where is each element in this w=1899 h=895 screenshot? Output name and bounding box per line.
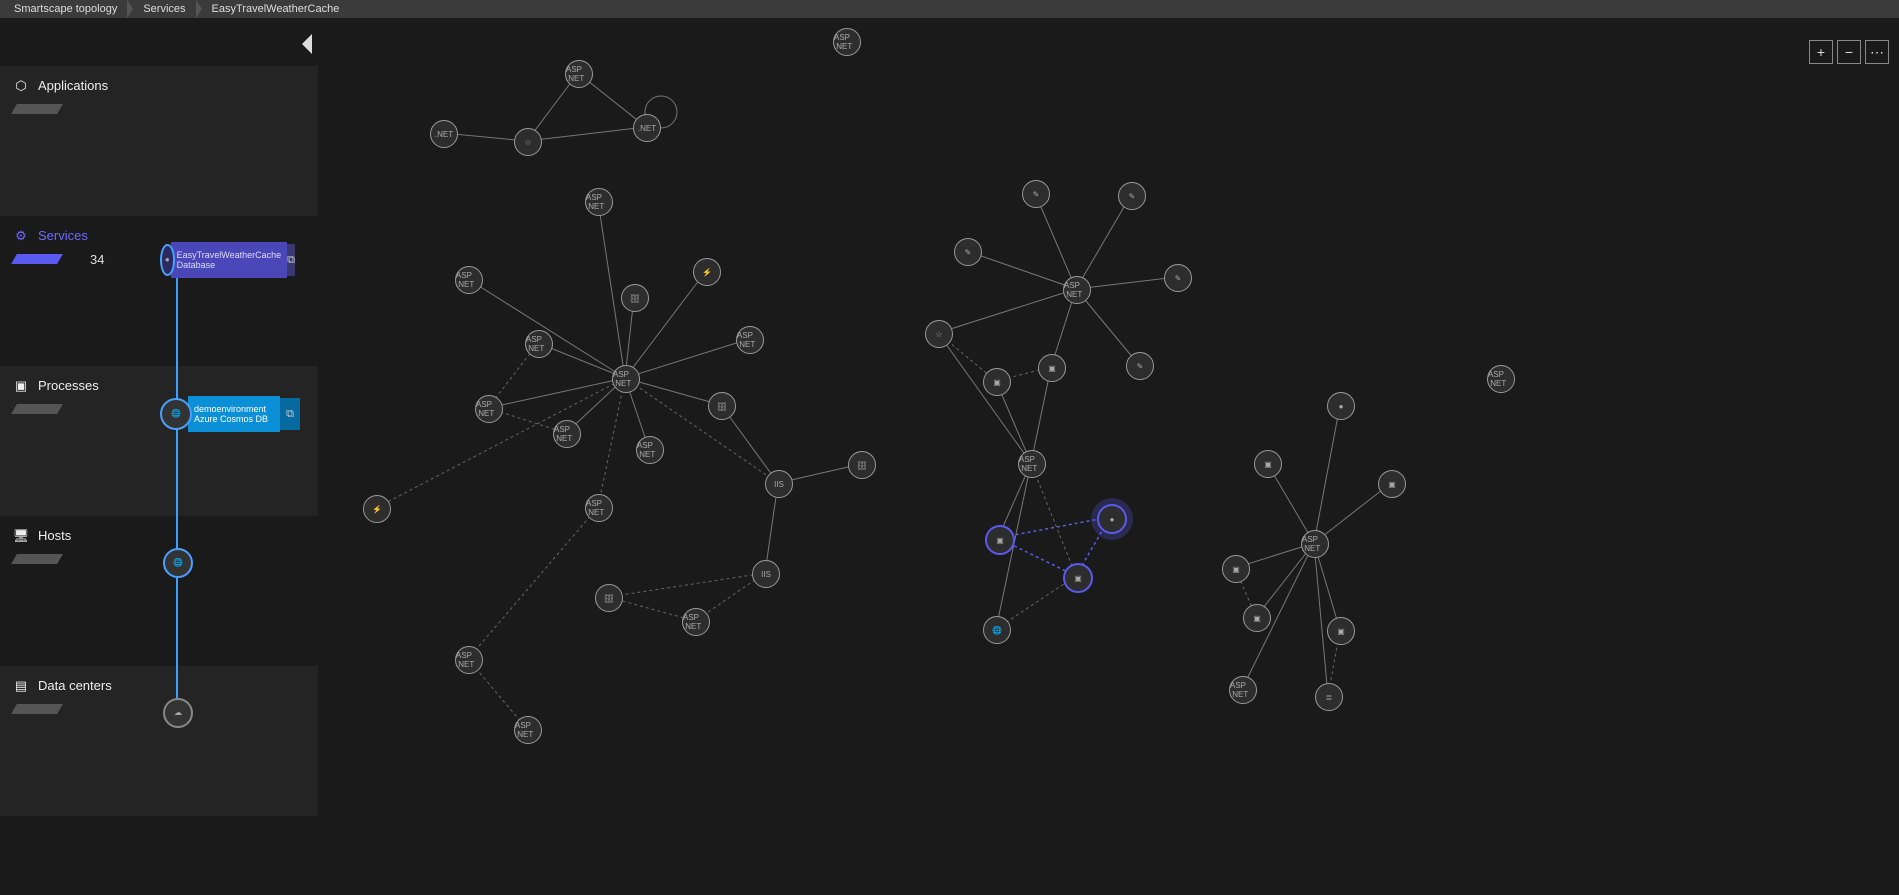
topology-node[interactable]: ASP .NET [612, 365, 640, 393]
topology-node[interactable]: ● [1097, 504, 1127, 534]
card-title: EasyTravelWeatherCache [177, 250, 282, 260]
topology-node[interactable]: ASP .NET [475, 395, 503, 423]
breadcrumb: Smartscape topology Services EasyTravelW… [0, 0, 1899, 18]
layer-label: Applications [38, 78, 108, 93]
topology-node[interactable]: IIS [752, 560, 780, 588]
topology-node[interactable]: ASP .NET [455, 646, 483, 674]
topology-node[interactable]: ⚡ [693, 258, 721, 286]
layer-label: Processes [38, 378, 99, 393]
hexagon-icon: ⬡ [14, 79, 28, 93]
topology-node[interactable]: ASP .NET [1301, 530, 1329, 558]
topology-node[interactable]: ▣ [1243, 604, 1271, 632]
datacenter-node[interactable]: ☁ [163, 698, 193, 728]
layer-services[interactable]: ⚙ Services 34 [0, 216, 318, 366]
gear-icon: ⚙ [14, 229, 28, 243]
topology-node[interactable]: ASP .NET [1018, 450, 1046, 478]
selected-process-card[interactable]: 🌐 demoenvironment Azure Cosmos DB ⧉ [160, 396, 300, 432]
layer-processes[interactable]: ▣ Processes [0, 366, 318, 516]
crumb-services[interactable]: Services [135, 3, 193, 15]
chevron-right-icon [196, 0, 202, 18]
card-subtitle: Azure Cosmos DB [194, 414, 274, 424]
globe-icon: 🌐 [160, 398, 192, 430]
topology-node[interactable]: ✎ [1118, 182, 1146, 210]
layer-indicator [11, 254, 63, 264]
topology-node[interactable]: .NET [633, 114, 661, 142]
topology-node[interactable]: .NET [430, 120, 458, 148]
layer-indicator [11, 554, 63, 564]
topology-node[interactable]: ✎ [1022, 180, 1050, 208]
cloud-icon: ☁ [174, 709, 182, 717]
topology-node[interactable]: ● [1327, 392, 1355, 420]
topology-node[interactable]: ▣ [1063, 563, 1093, 593]
topology-node[interactable]: ✎ [1126, 352, 1154, 380]
topology-node[interactable]: ASP .NET [455, 266, 483, 294]
topology-node[interactable]: ASP .NET [553, 420, 581, 448]
datacenter-icon: ▤ [14, 679, 28, 693]
topology-node[interactable]: ASP .NET [1229, 676, 1257, 704]
topology-node[interactable]: ▣ [1327, 617, 1355, 645]
card-subtitle: Database [177, 260, 282, 270]
topology-node[interactable]: ▣ [1038, 354, 1066, 382]
more-button[interactable]: ⋯ [1865, 40, 1889, 64]
topology-node[interactable]: ▣ [1222, 555, 1250, 583]
topology-node[interactable]: ASP .NET [585, 188, 613, 216]
topology-node[interactable]: 🗄 [621, 284, 649, 312]
topology-node[interactable]: ✎ [1164, 264, 1192, 292]
layer-label: Services [38, 228, 88, 243]
topology-node[interactable]: ASP .NET [1487, 365, 1515, 393]
topology-node[interactable]: ≣ [1315, 683, 1343, 711]
topology-node[interactable]: ☆ [514, 128, 542, 156]
topology-node[interactable]: ASP .NET [565, 60, 593, 88]
topology-node[interactable]: 🌐 [983, 616, 1011, 644]
topology-node[interactable]: ☆ [925, 320, 953, 348]
topology-node[interactable]: ASP .NET [682, 608, 710, 636]
globe-icon: 🌐 [173, 559, 183, 567]
selected-service-card[interactable]: ● EasyTravelWeatherCache Database ⧉ [160, 242, 295, 278]
topology-node[interactable]: ASP .NET [636, 436, 664, 464]
host-icon: 🖥 [14, 529, 28, 543]
topology-node[interactable]: ▣ [1378, 470, 1406, 498]
topology-node[interactable]: ASP .NET [525, 330, 553, 358]
open-process-button[interactable]: ⧉ [280, 398, 300, 430]
dependency-line [176, 258, 178, 708]
services-count: 34 [90, 252, 104, 267]
layer-datacenters[interactable]: ▤ Data centers [0, 666, 318, 816]
zoom-in-button[interactable]: + [1809, 40, 1833, 64]
topology-node[interactable]: ASP .NET [1063, 276, 1091, 304]
open-service-button[interactable]: ⧉ [287, 244, 295, 276]
layer-indicator [11, 104, 63, 114]
topology-node[interactable]: ASP .NET [514, 716, 542, 744]
topology-node[interactable]: ASP .NET [736, 326, 764, 354]
topology-node[interactable]: ASP .NET [585, 494, 613, 522]
collapse-sidebar-icon[interactable] [302, 34, 312, 54]
card-title: demoenvironment [194, 404, 274, 414]
topology-node[interactable]: ASP .NET [833, 28, 861, 56]
sidebar: ⬡ Applications ⚙ Services 34 ▣ Processes 🖥 H… [0, 18, 318, 895]
cube-icon: ▣ [14, 379, 28, 393]
topology-node[interactable]: ⚡ [363, 495, 391, 523]
topology-canvas[interactable]: ASP .NET .NET ☆ .NET ASP .NET ASP .NET ⚡ 🗄 ASP .… [318, 18, 1899, 895]
topology-node[interactable]: 🗄 [708, 392, 736, 420]
topology-node[interactable]: 🗄 [848, 451, 876, 479]
edges-layer [318, 18, 1899, 895]
host-node[interactable]: 🌐 [163, 548, 193, 578]
topology-node[interactable]: ▣ [983, 368, 1011, 396]
crumb-current: EasyTravelWeatherCache [204, 3, 348, 15]
zoom-controls: + − ⋯ [1809, 40, 1889, 64]
layer-label: Data centers [38, 678, 112, 693]
layer-indicator [11, 404, 63, 414]
topology-node[interactable]: ▣ [1254, 450, 1282, 478]
topology-node[interactable]: ✎ [954, 238, 982, 266]
topology-node[interactable]: 🗄 [595, 584, 623, 612]
mongo-icon: ● [160, 244, 175, 276]
layer-applications[interactable]: ⬡ Applications [0, 66, 318, 216]
topology-node[interactable]: IIS [765, 470, 793, 498]
zoom-out-button[interactable]: − [1837, 40, 1861, 64]
topology-node[interactable]: ▣ [985, 525, 1015, 555]
layer-label: Hosts [38, 528, 71, 543]
layer-indicator [11, 704, 63, 714]
chevron-right-icon [127, 0, 133, 18]
layer-hosts[interactable]: 🖥 Hosts [0, 516, 318, 666]
crumb-root[interactable]: Smartscape topology [6, 3, 125, 15]
